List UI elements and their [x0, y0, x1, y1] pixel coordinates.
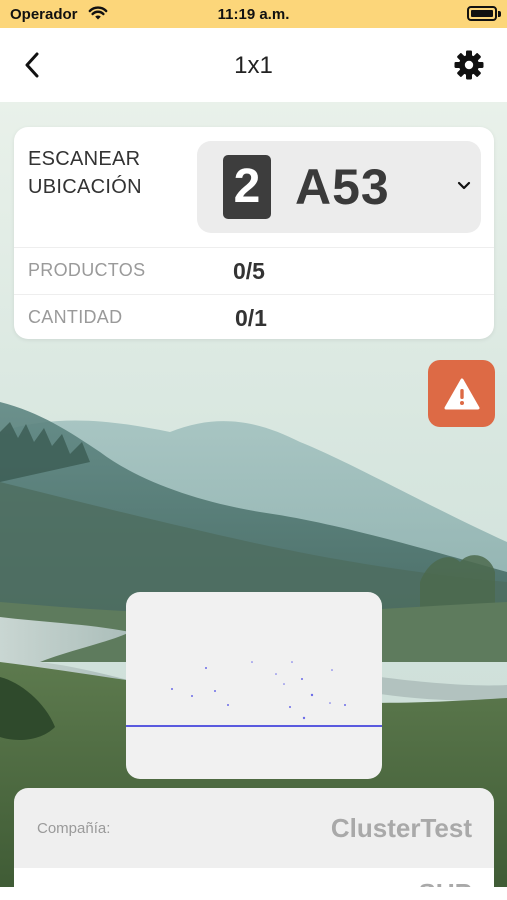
products-value: 0/5 — [233, 258, 265, 284]
battery-icon — [467, 6, 497, 21]
warning-icon — [444, 378, 479, 409]
location-selector[interactable]: 2 A53 — [197, 141, 481, 233]
divider — [14, 247, 494, 248]
scan-label-line2: UBICACIÓN — [28, 176, 142, 198]
scanner-noise — [171, 661, 346, 720]
page-title: 1x1 — [234, 52, 273, 79]
nav-bar: 1x1 — [0, 28, 507, 102]
scan-line — [126, 725, 382, 727]
products-label: PRODUCTOS — [28, 260, 146, 280]
chevron-down-icon — [457, 181, 471, 190]
status-bar: Operador 11:19 a.m. — [0, 0, 507, 28]
location-code: A53 — [295, 159, 390, 215]
status-time: 11:19 a.m. — [217, 6, 290, 23]
quantity-value: 0/1 — [235, 305, 267, 331]
order-info-panel: Compañía: ClusterTest SUP — [14, 788, 494, 900]
barcode-scanner-viewfinder[interactable] — [126, 592, 382, 779]
battery-tip — [498, 11, 501, 17]
company-value: ClusterTest — [330, 813, 472, 843]
bottom-strip — [0, 887, 507, 900]
quantity-label: CANTIDAD — [28, 307, 123, 327]
scan-location-label: ESCANEAR UBICACIÓN — [28, 145, 142, 201]
gear-icon — [454, 50, 484, 80]
scan-label-line1: ESCANEAR — [28, 148, 141, 170]
divider — [14, 294, 494, 295]
settings-button[interactable] — [453, 49, 485, 81]
report-issue-button[interactable] — [428, 360, 495, 427]
level-badge: 2 — [223, 155, 271, 219]
scan-location-card: ESCANEAR UBICACIÓN 2 A53 PRODUCTOS 0/5 C… — [14, 127, 494, 339]
company-label: Compañía: — [37, 820, 111, 837]
